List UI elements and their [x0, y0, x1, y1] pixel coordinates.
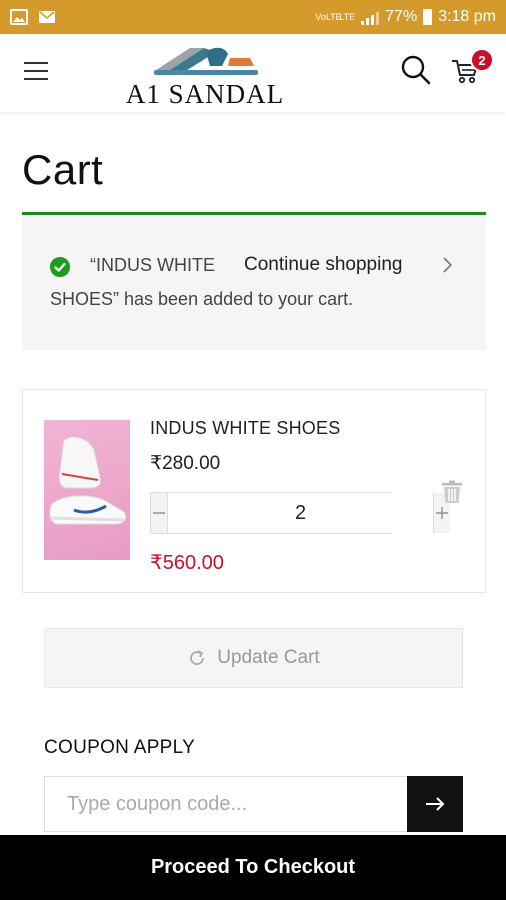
quantity-input[interactable]: [167, 493, 434, 533]
quantity-decrease-button[interactable]: [151, 493, 167, 533]
minus-icon: [153, 512, 165, 514]
mail-icon: [39, 11, 55, 23]
sandal-logo-icon: [154, 47, 258, 75]
battery-icon: [423, 9, 433, 25]
apply-coupon-button[interactable]: [407, 776, 463, 832]
search-button[interactable]: [400, 54, 432, 86]
line-total: ₹560.00: [150, 552, 224, 574]
trash-icon: [442, 480, 462, 503]
notice-message-line2: SHOES” has been added to your cart.: [50, 289, 354, 309]
status-time: 3:18 pm: [438, 8, 496, 25]
refresh-icon: [190, 650, 205, 665]
status-bar-notifications: [10, 9, 56, 25]
shoe-image-icon: [49, 436, 127, 525]
quantity-stepper: [150, 492, 450, 534]
product-price: ₹280.00: [150, 453, 221, 474]
proceed-to-checkout-button[interactable]: Proceed To Checkout: [0, 835, 506, 900]
update-cart-button[interactable]: Update Cart: [44, 628, 463, 688]
coupon-heading: COUPON APPLY: [44, 737, 196, 758]
product-thumbnail[interactable]: [44, 420, 130, 560]
cart-item: INDUS WHITE SHOES ₹280.00 ₹560.00: [22, 389, 486, 593]
chevron-right-icon[interactable]: [440, 255, 454, 275]
check-circle-icon: [50, 257, 70, 277]
volte-label: VoLTE: [315, 11, 342, 22]
coupon-code-input[interactable]: [44, 776, 408, 832]
status-bar-system: VoLTE LTE 77% 3:18 pm: [315, 8, 496, 26]
page-title: Cart: [22, 146, 104, 193]
continue-shopping-link[interactable]: Continue shopping: [244, 254, 402, 276]
added-to-cart-notice: “INDUS WHITE Continue shopping SHOES” ha…: [22, 215, 486, 350]
search-icon: [401, 55, 431, 85]
app-header: A1 SANDAL 2: [0, 34, 506, 112]
image-icon: [10, 9, 28, 25]
site-logo[interactable]: A1 SANDAL: [116, 38, 294, 110]
plus-icon: [436, 507, 448, 519]
status-bar: VoLTE LTE 77% 3:18 pm: [0, 0, 506, 34]
update-cart-label: Update Cart: [217, 647, 320, 668]
notice-message-line1: “INDUS WHITE: [90, 255, 215, 275]
battery-percent: 77%: [385, 8, 418, 25]
product-name[interactable]: INDUS WHITE SHOES: [150, 418, 340, 439]
remove-item-button[interactable]: [441, 480, 463, 504]
network-type-label: LTE: [339, 11, 356, 22]
logo-text: A1 SANDAL: [125, 79, 285, 109]
signal-icon: [361, 9, 380, 25]
menu-icon[interactable]: [24, 62, 48, 80]
arrow-right-icon: [426, 797, 445, 811]
cart-count-badge: 2: [470, 48, 494, 72]
